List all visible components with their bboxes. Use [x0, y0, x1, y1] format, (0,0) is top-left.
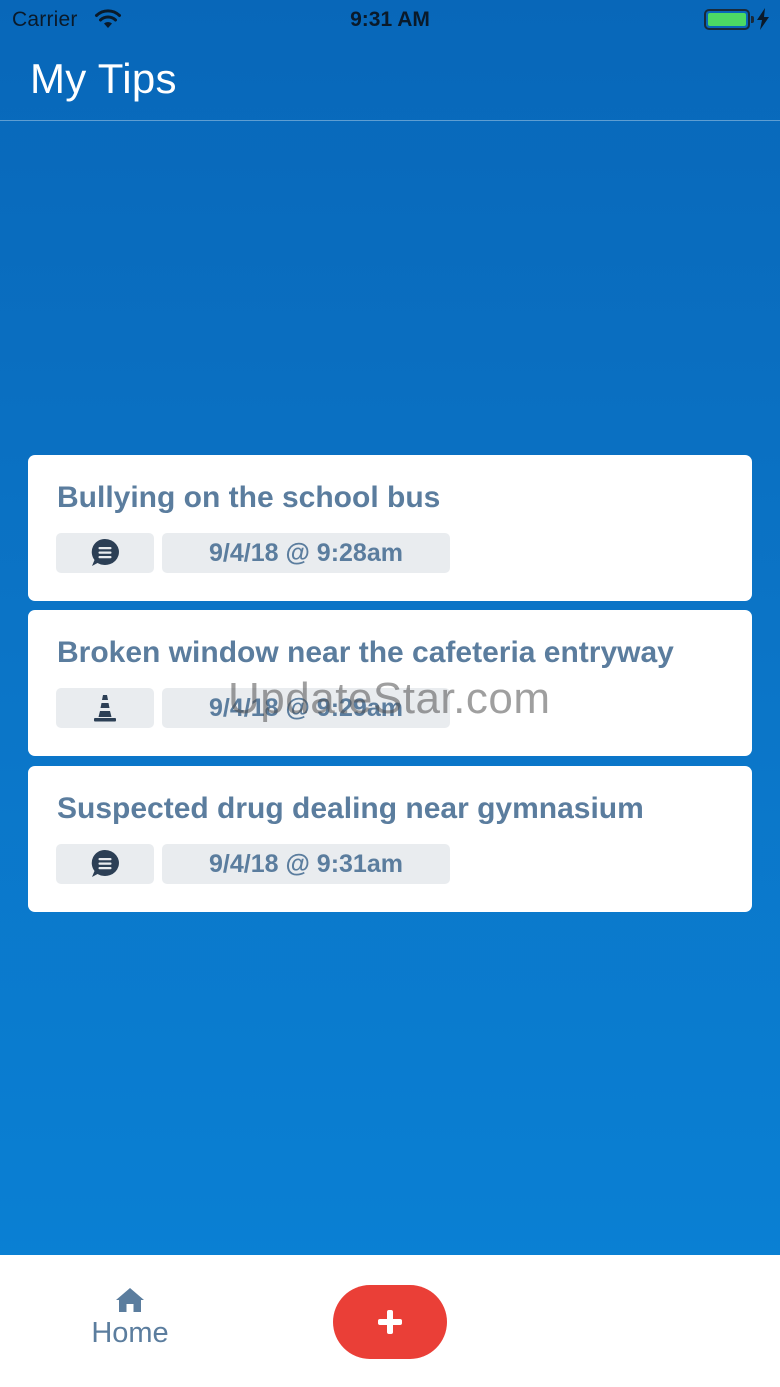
header-divider — [0, 120, 780, 121]
tip-title: Suspected drug dealing near gymnasium — [57, 792, 644, 825]
tip-date: 9/4/18 @ 9:31am — [162, 844, 450, 884]
charging-bolt-icon — [757, 8, 769, 30]
tip-type-chip — [56, 844, 154, 884]
tip-type-chip — [56, 533, 154, 573]
tip-title: Broken window near the cafeteria entrywa… — [57, 636, 674, 669]
tip-date: 9/4/18 @ 9:28am — [162, 533, 450, 573]
chat-bubble-icon — [91, 538, 119, 566]
home-tab[interactable]: Home — [80, 1287, 180, 1357]
page-title: My Tips — [30, 55, 177, 102]
tip-type-chip — [56, 688, 154, 728]
battery-icon — [704, 9, 754, 30]
plus-icon — [378, 1310, 402, 1334]
home-icon — [116, 1288, 144, 1312]
tip-card[interactable]: Bullying on the school bus 9/4/18 @ 9:28… — [28, 455, 752, 601]
tip-title: Bullying on the school bus — [57, 481, 441, 514]
chat-bubble-icon — [91, 849, 119, 877]
home-tab-label: Home — [91, 1317, 169, 1349]
app-screen: Carrier 9:31 AM My Tips Bullying on the … — [0, 0, 780, 1387]
status-bar: Carrier 9:31 AM — [0, 0, 780, 40]
traffic-cone-icon — [94, 695, 116, 722]
watermark: UpdateStar.com — [228, 674, 551, 723]
battery-fill — [708, 13, 746, 26]
tip-card[interactable]: Suspected drug dealing near gymnasium 9/… — [28, 766, 752, 912]
tab-bar: Home — [0, 1255, 780, 1387]
clock: 9:31 AM — [350, 8, 430, 31]
add-tip-button[interactable] — [333, 1285, 447, 1359]
